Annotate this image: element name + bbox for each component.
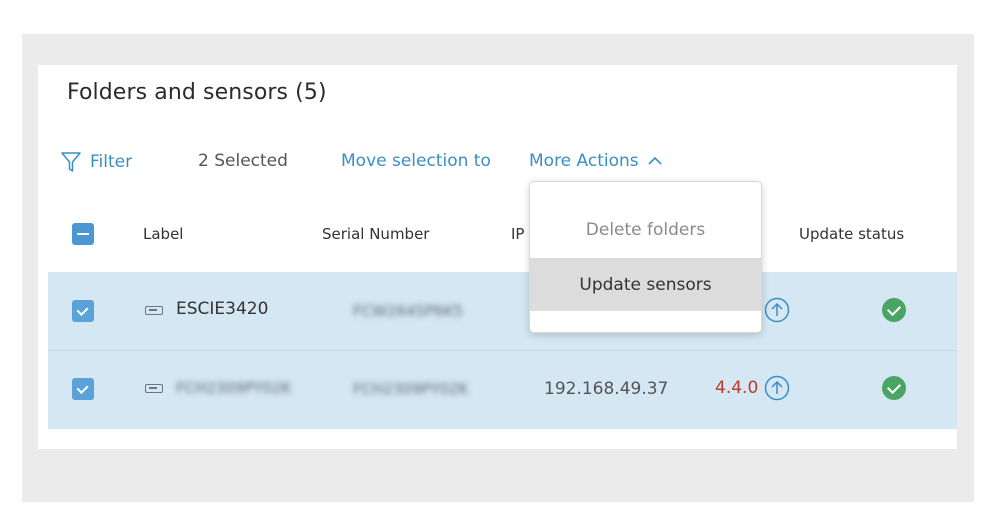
row-checkbox[interactable] [72, 300, 94, 322]
selected-count: 2 Selected [198, 151, 288, 171]
menu-item-delete-folders[interactable]: Delete folders [530, 203, 761, 256]
row-ip: 192.168.49.37 [544, 379, 669, 399]
table-header: Label Serial Number IP Update status [48, 210, 957, 258]
column-label[interactable]: Label [143, 225, 183, 243]
select-all-checkbox[interactable] [72, 223, 94, 245]
filter-icon [61, 152, 81, 172]
table-row[interactable]: FCH2309PY02K FCH2309PY02K 192.168.49.37 … [48, 350, 957, 429]
menu-item-update-sensors[interactable]: Update sensors [530, 258, 761, 311]
move-selection-button[interactable]: Move selection to [341, 151, 491, 171]
more-actions-menu: Delete folders Update sensors [529, 181, 762, 333]
filter-button[interactable]: Filter [61, 151, 132, 173]
row-serial-number: FCH2309PY02K [353, 380, 469, 398]
upload-arrow-icon[interactable] [764, 375, 790, 401]
sensor-device-icon [145, 384, 163, 393]
check-circle-icon [882, 298, 906, 322]
row-checkbox[interactable] [72, 378, 94, 400]
row-label[interactable]: ESCIE3420 [176, 299, 268, 319]
column-ip[interactable]: IP [511, 225, 524, 243]
column-serial-number[interactable]: Serial Number [322, 225, 429, 243]
filter-label: Filter [90, 152, 133, 172]
more-actions-label: More Actions [529, 151, 639, 171]
row-version: 4.4.0 [715, 378, 759, 398]
row-label[interactable]: FCH2309PY02K [176, 379, 291, 397]
panel-title: Folders and sensors (5) [67, 80, 327, 105]
sensor-device-icon [145, 306, 163, 315]
column-update-status[interactable]: Update status [799, 225, 904, 243]
table-row[interactable]: ESCIE3420 FCW2645P6K5 [48, 272, 957, 350]
row-serial-number: FCW2645P6K5 [353, 302, 464, 320]
more-actions-button[interactable]: More Actions [529, 151, 663, 171]
check-circle-icon [882, 376, 906, 400]
upload-arrow-icon[interactable] [764, 297, 790, 323]
chevron-up-icon [648, 156, 662, 165]
